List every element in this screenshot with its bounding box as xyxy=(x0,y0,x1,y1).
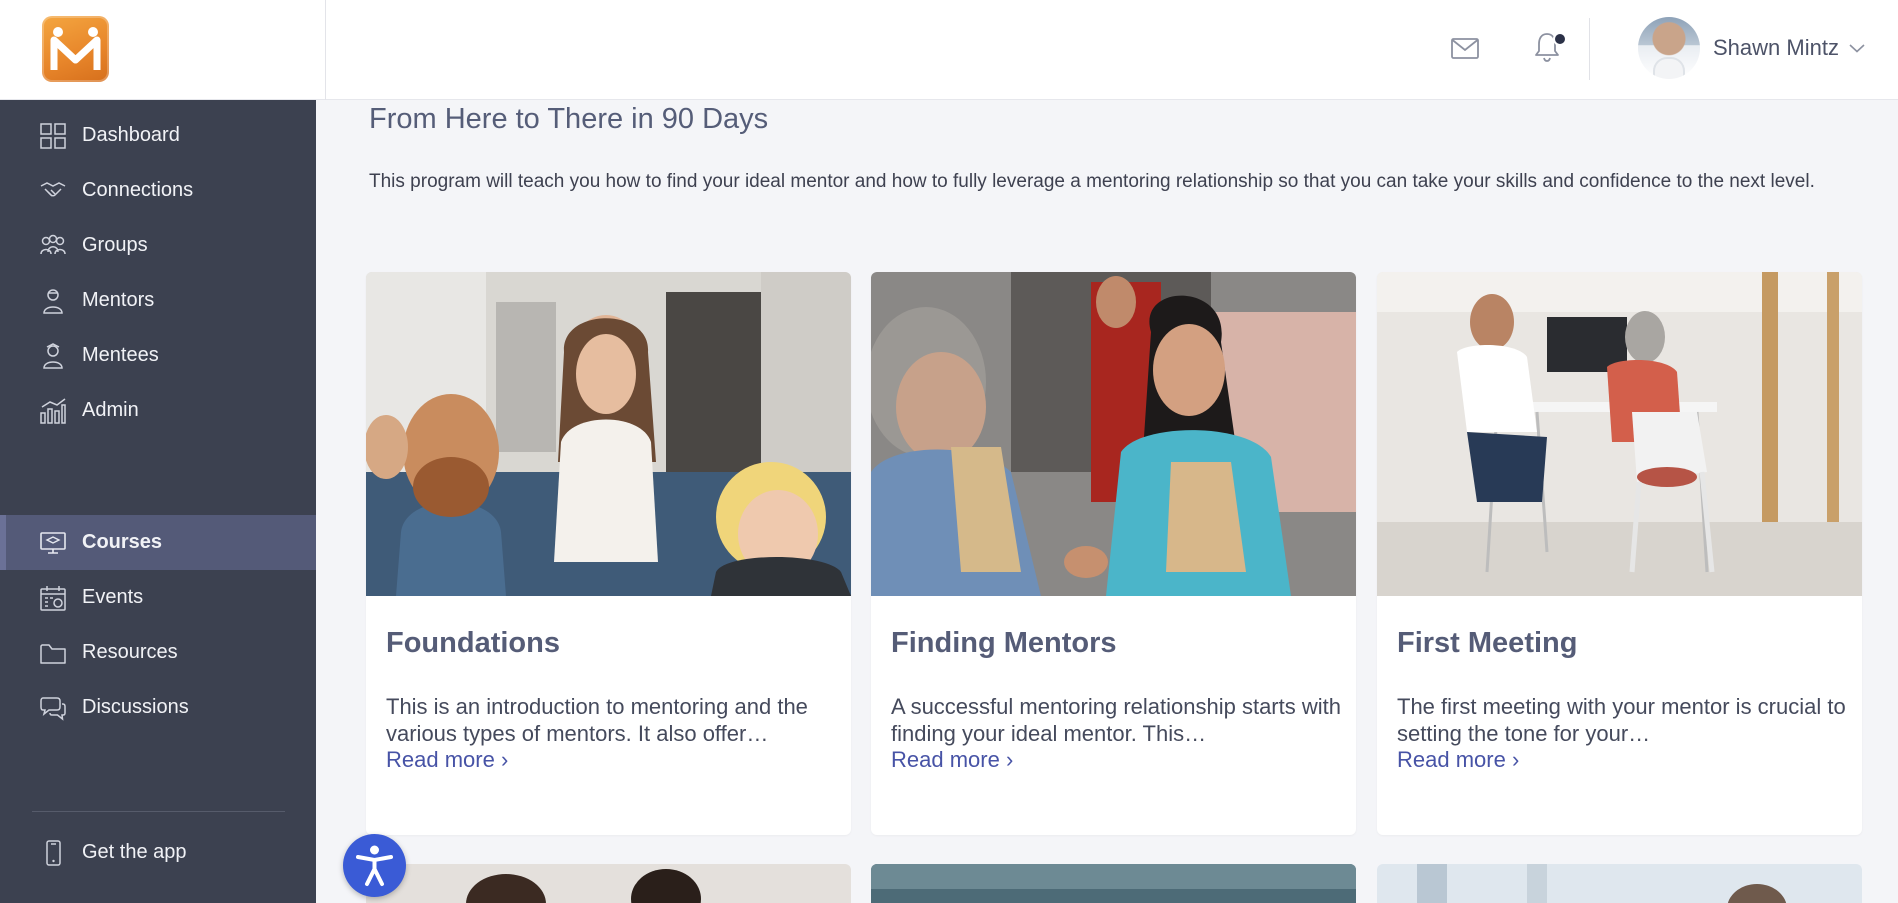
course-title[interactable]: Foundations xyxy=(386,627,560,660)
sidebar-item-label: Mentees xyxy=(82,344,159,366)
sidebar-item-label: Dashboard xyxy=(82,124,180,146)
course-card-foundations[interactable]: Foundations This is an introduction to m… xyxy=(366,272,851,835)
accessibility-icon xyxy=(356,845,393,886)
mentee-icon xyxy=(43,343,63,369)
sidebar-item-courses[interactable]: Courses xyxy=(0,515,316,570)
app-logo[interactable] xyxy=(42,16,109,82)
chat-icon xyxy=(40,697,66,721)
sidebar-item-label: Connections xyxy=(82,179,194,201)
sidebar-item-admin[interactable]: Admin xyxy=(0,383,316,438)
handshake-icon xyxy=(40,182,66,197)
top-bar: Shawn Mintz xyxy=(0,0,1898,100)
sidebar-item-label: Groups xyxy=(82,234,148,256)
courses-icon xyxy=(40,532,66,554)
course-card-preview[interactable] xyxy=(366,864,851,903)
main-content: From Here to There in 90 Days This progr… xyxy=(326,100,1898,903)
sidebar: Dashboard Connections Groups Mentors Men… xyxy=(0,100,316,903)
avatar[interactable] xyxy=(1638,17,1700,79)
sidebar-divider xyxy=(32,811,285,812)
course-image[interactable] xyxy=(366,272,851,596)
notification-dot xyxy=(1553,32,1567,46)
sidebar-item-resources[interactable]: Resources xyxy=(0,625,316,680)
mail-icon[interactable] xyxy=(1450,33,1480,63)
read-more-link[interactable]: Read more › xyxy=(891,747,1013,773)
calendar-icon xyxy=(40,586,66,611)
program-description: This program will teach you how to find … xyxy=(369,171,1815,192)
course-description: A successful mentoring relationship star… xyxy=(891,694,1341,746)
sidebar-item-connections[interactable]: Connections xyxy=(0,163,316,218)
course-card-finding-mentors[interactable]: Finding Mentors A successful mentoring r… xyxy=(871,272,1356,835)
accessibility-button[interactable] xyxy=(343,834,406,897)
sidebar-item-groups[interactable]: Groups xyxy=(0,218,316,273)
chevron-down-icon[interactable] xyxy=(1849,42,1865,54)
course-title[interactable]: First Meeting xyxy=(1397,627,1577,660)
course-card-first-meeting[interactable]: First Meeting The first meeting with you… xyxy=(1377,272,1862,835)
sidebar-item-label: Resources xyxy=(82,641,178,663)
sidebar-item-dashboard[interactable]: Dashboard xyxy=(0,108,316,163)
sidebar-item-label: Mentors xyxy=(82,289,155,311)
sidebar-item-label: Courses xyxy=(82,531,163,553)
course-card-preview[interactable] xyxy=(1377,864,1862,903)
dashboard-icon xyxy=(40,123,66,149)
read-more-link[interactable]: Read more › xyxy=(386,747,508,773)
course-card-preview[interactable] xyxy=(871,864,1356,903)
course-title[interactable]: Finding Mentors xyxy=(891,627,1117,660)
read-more-link[interactable]: Read more › xyxy=(1397,747,1519,773)
sidebar-item-label: Discussions xyxy=(82,696,189,718)
sidebar-item-get-app[interactable]: Get the app xyxy=(0,825,316,880)
sidebar-item-mentees[interactable]: Mentees xyxy=(0,328,316,383)
sidebar-item-discussions[interactable]: Discussions xyxy=(0,680,316,735)
sidebar-item-events[interactable]: Events xyxy=(0,570,316,625)
groups-icon xyxy=(40,234,66,255)
sidebar-item-label: Admin xyxy=(82,399,139,421)
header-divider xyxy=(1589,18,1590,80)
course-image[interactable] xyxy=(871,272,1356,596)
course-description: This is an introduction to mentoring and… xyxy=(386,694,808,746)
user-name[interactable]: Shawn Mintz xyxy=(1713,35,1839,61)
course-description: The first meeting with your mentor is cr… xyxy=(1397,694,1846,746)
page-title: From Here to There in 90 Days xyxy=(369,103,769,135)
sidebar-item-label: Events xyxy=(82,586,144,608)
phone-icon xyxy=(46,840,61,866)
logo-area xyxy=(0,0,326,100)
sidebar-item-label: Get the app xyxy=(82,841,187,863)
folder-icon xyxy=(40,644,66,664)
sidebar-item-mentors[interactable]: Mentors xyxy=(0,273,316,328)
course-image[interactable] xyxy=(1377,272,1862,596)
mentor-icon xyxy=(43,289,63,314)
admin-chart-icon xyxy=(40,398,66,424)
